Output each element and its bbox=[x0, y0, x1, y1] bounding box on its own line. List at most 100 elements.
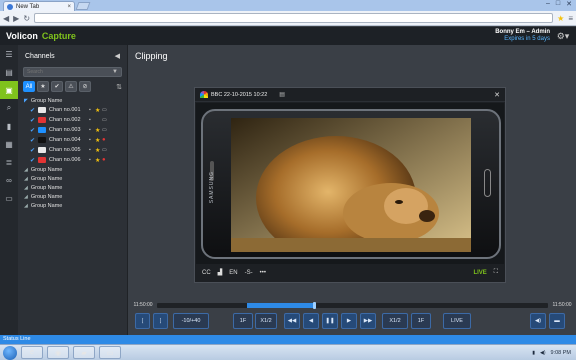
more-button[interactable]: ••• bbox=[260, 270, 266, 276]
timeline-selection[interactable] bbox=[246, 302, 314, 308]
new-tab-button[interactable] bbox=[75, 2, 91, 10]
channel-row[interactable]: ✔ Chan no.001 ▪ ★ ▭ bbox=[18, 105, 127, 115]
timeline-playhead[interactable] bbox=[313, 301, 317, 309]
maximize-icon[interactable]: □ bbox=[556, 0, 560, 8]
audio-levels-icon[interactable]: ▟ bbox=[218, 269, 223, 276]
star-icon[interactable]: ★ bbox=[95, 137, 102, 144]
forward-icon[interactable]: ▶ bbox=[13, 14, 19, 23]
timeline-start: 11:50:00 bbox=[133, 302, 153, 308]
check-icon[interactable]: ✔ bbox=[30, 127, 38, 134]
camera-icon[interactable]: ▭ bbox=[102, 127, 107, 133]
sound-icon[interactable]: ◀) bbox=[540, 350, 546, 356]
mark-out-icon[interactable]: ❳ bbox=[153, 313, 168, 329]
volume-icon[interactable]: ◀) bbox=[530, 313, 546, 329]
star-icon[interactable]: ★ bbox=[95, 157, 102, 164]
filter-alert-icon[interactable]: ⚠ bbox=[65, 81, 77, 92]
license-expiry: Expires in 5 days bbox=[504, 36, 550, 42]
taskbar-chrome-icon[interactable]: ◉ bbox=[47, 346, 69, 359]
browser-tab[interactable]: New Tab × bbox=[3, 1, 75, 11]
clipping-icon[interactable]: ▣ bbox=[0, 81, 18, 99]
star-icon[interactable]: ★ bbox=[95, 147, 102, 154]
check-icon[interactable]: ✔ bbox=[30, 137, 38, 144]
half-speed-forward-button[interactable]: X1/2 bbox=[382, 313, 408, 329]
star-icon[interactable]: ★ bbox=[95, 107, 102, 114]
group-row[interactable]: ◢ Group Name bbox=[18, 192, 127, 201]
closed-captions-button[interactable]: CC bbox=[202, 270, 211, 276]
check-icon[interactable]: ✔ bbox=[30, 147, 38, 154]
live-indicator[interactable]: LIVE bbox=[473, 270, 486, 276]
network-logo-icon bbox=[200, 91, 208, 98]
voicemail-icon[interactable]: ∞ bbox=[0, 171, 18, 189]
layout-icon[interactable]: ▬ bbox=[549, 313, 565, 329]
camera-icon[interactable]: ▭ bbox=[102, 117, 107, 123]
minimize-icon[interactable]: – bbox=[546, 0, 550, 8]
close-player-icon[interactable]: ✕ bbox=[494, 91, 500, 99]
fullscreen-icon[interactable]: ⛶ bbox=[494, 269, 498, 276]
notes-icon[interactable]: ▤ bbox=[279, 91, 285, 98]
close-window-icon[interactable]: ✕ bbox=[566, 0, 572, 8]
search-input[interactable] bbox=[27, 69, 113, 75]
address-bar[interactable] bbox=[34, 13, 554, 23]
taskbar-app-icon[interactable]: ▭ bbox=[99, 346, 121, 359]
filter-icon[interactable]: ▼ bbox=[112, 69, 118, 75]
menu-hamburger-icon[interactable]: ☰ bbox=[0, 45, 18, 63]
channel-row[interactable]: ✔ Chan no.004 ▪ ★ ● bbox=[18, 135, 127, 145]
start-button[interactable] bbox=[3, 345, 17, 360]
back-icon[interactable]: ◀ bbox=[3, 14, 9, 23]
check-icon[interactable]: ✔ bbox=[30, 157, 38, 164]
channel-row[interactable]: ✔ Chan no.002 ▪ ▭ bbox=[18, 115, 127, 125]
go-live-button[interactable]: LIVE bbox=[443, 313, 471, 329]
play-icon[interactable]: ▶ bbox=[341, 313, 357, 329]
frame-back-button[interactable]: 1F bbox=[233, 313, 253, 329]
speed-button[interactable]: -S- bbox=[245, 270, 253, 276]
group-row[interactable]: ◢ Group Name bbox=[18, 183, 127, 192]
reload-icon[interactable]: ↻ bbox=[23, 14, 30, 23]
filter-checked-icon[interactable]: ✔ bbox=[51, 81, 63, 92]
monitor-icon[interactable]: ▭ bbox=[0, 189, 18, 207]
check-icon[interactable]: ✔ bbox=[30, 107, 38, 114]
group-row[interactable]: ◢ Group Name bbox=[18, 174, 127, 183]
channel-row[interactable]: ✔ Chan no.006 ▪ ★ ● bbox=[18, 155, 127, 165]
taskbar-folder-icon[interactable]: ▰ bbox=[73, 346, 95, 359]
frame-forward-button[interactable]: 1F bbox=[411, 313, 431, 329]
rewind-icon[interactable]: ◀◀ bbox=[284, 313, 300, 329]
network-icon[interactable]: ▮ bbox=[532, 350, 535, 356]
camera-icon[interactable]: ▭ bbox=[102, 107, 107, 113]
list-icon[interactable]: ≣ bbox=[0, 153, 18, 171]
user-info[interactable]: Bonny Em – Admin Expires in 5 days bbox=[495, 29, 550, 43]
sort-icon[interactable]: ⇅ bbox=[116, 83, 122, 91]
mark-in-icon[interactable]: ❲ bbox=[135, 313, 150, 329]
step-range-button[interactable]: -10/+40 bbox=[173, 313, 209, 329]
group-row[interactable]: ◢ Group Name bbox=[18, 165, 127, 174]
language-button[interactable]: EN bbox=[229, 270, 237, 276]
recording-icon[interactable]: ● bbox=[102, 137, 106, 143]
camera-icon[interactable]: ▭ bbox=[102, 147, 107, 153]
search-icon[interactable]: ⌕ bbox=[0, 99, 18, 117]
star-icon[interactable]: ★ bbox=[95, 127, 102, 134]
filter-disabled-icon[interactable]: ⊘ bbox=[79, 81, 91, 92]
channel-search[interactable]: ▼ bbox=[23, 67, 122, 77]
step-back-icon[interactable]: ◀ bbox=[303, 313, 319, 329]
half-speed-back-button[interactable]: X1/2 bbox=[255, 313, 277, 329]
settings-gear-icon[interactable]: ⚙▾ bbox=[554, 31, 572, 42]
group-row[interactable]: ◢ Group Name bbox=[18, 201, 127, 210]
channel-row[interactable]: ✔ Chan no.005 ▪ ★ ▭ bbox=[18, 145, 127, 155]
channel-row[interactable]: ✔ Chan no.003 ▪ ★ ▭ bbox=[18, 125, 127, 135]
check-icon[interactable]: ✔ bbox=[30, 117, 38, 124]
film-icon[interactable]: ▤ bbox=[0, 63, 18, 81]
calendar-icon[interactable]: ▦ bbox=[0, 135, 18, 153]
timeline-track[interactable] bbox=[157, 301, 548, 309]
group-row[interactable]: ◤ Group Name bbox=[18, 96, 127, 105]
recording-icon[interactable]: ● bbox=[102, 157, 106, 163]
filter-all-button[interactable]: All bbox=[23, 81, 35, 92]
bookmark-icon[interactable]: ▮ bbox=[0, 117, 18, 135]
pause-icon[interactable]: ❚❚ bbox=[322, 313, 338, 329]
fast-forward-icon[interactable]: ▶▶ bbox=[360, 313, 376, 329]
video-screen[interactable]: SAMSUNG bbox=[196, 103, 504, 265]
tab-close-icon[interactable]: × bbox=[67, 4, 71, 10]
collapse-panel-icon[interactable]: ◀ bbox=[115, 52, 120, 60]
menu-icon[interactable]: ≡ bbox=[568, 14, 573, 23]
filter-starred-icon[interactable]: ★ bbox=[37, 81, 49, 92]
bookmark-star-icon[interactable]: ★ bbox=[557, 14, 564, 23]
taskbar-ie-icon[interactable]: e bbox=[21, 346, 43, 359]
